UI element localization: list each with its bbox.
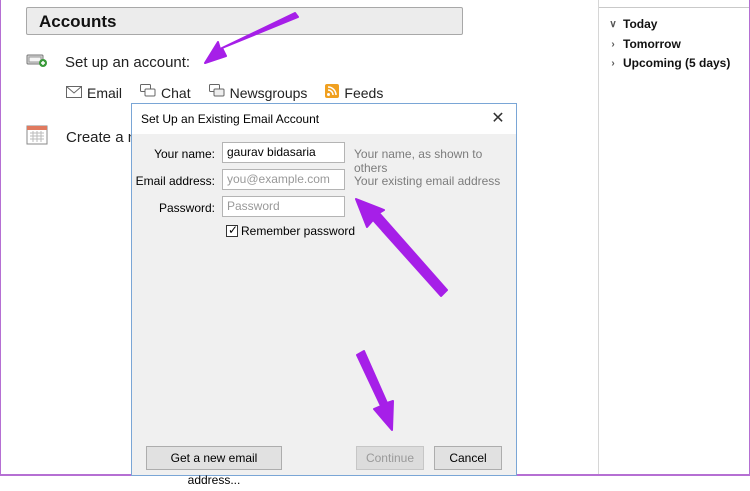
annotation-arrow-icon [204,12,299,64]
annotation-arrows [204,12,448,431]
annotation-arrow-icon [356,350,394,431]
annotation-arrow-icon [355,198,448,297]
